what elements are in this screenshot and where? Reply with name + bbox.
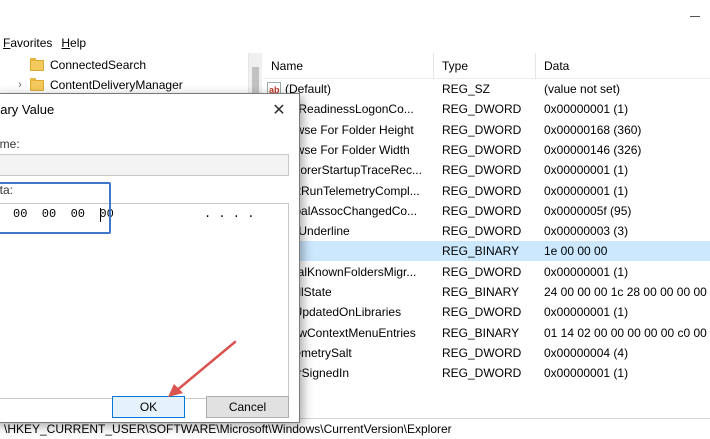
- hex-ascii-preview: . . . .: [204, 207, 255, 221]
- value-type-cell: REG_DWORD: [442, 224, 522, 239]
- cancel-button[interactable]: Cancel: [206, 396, 289, 418]
- list-header: Name Type Data: [263, 53, 710, 79]
- value-type-cell: REG_DWORD: [442, 183, 522, 198]
- registry-value-row[interactable]: nkREG_BINARY1e 00 00 00: [263, 241, 710, 262]
- value-type-cell: REG_DWORD: [442, 366, 522, 381]
- value-type-cell: REG_DWORD: [442, 345, 522, 360]
- folder-icon: [30, 77, 44, 91]
- value-name-text: ocalKnownFoldersMigr...: [285, 264, 417, 279]
- value-data-cell: 24 00 00 00 1c 28 00 00 00 00: [544, 285, 707, 299]
- values-list-pane: Name Type Data (Default)REG_SZ(value not…: [263, 53, 710, 419]
- value-data-cell: 0x00000168 (360): [544, 122, 642, 137]
- column-header-data[interactable]: Data: [536, 53, 710, 79]
- value-name-text: xplorerStartupTraceRec...: [285, 163, 422, 178]
- tree-item-label: ConnectedSearch: [50, 58, 147, 72]
- value-data-cell: 0x00000001 (1): [544, 264, 629, 279]
- column-header-type[interactable]: Type: [434, 53, 536, 79]
- value-data-cell: (value not set): [544, 82, 621, 96]
- tree-item-connectedsearch[interactable]: ConnectedSearch: [14, 55, 146, 75]
- value-name-field[interactable]: [0, 154, 289, 176]
- value-name-text: irstRunTelemetryCompl...: [285, 183, 420, 198]
- value-type-cell: REG_DWORD: [442, 163, 522, 178]
- registry-value-row[interactable]: lobalAssocChangedCo... REG_DWORD 0x0000005…: [263, 201, 710, 221]
- registry-value-row[interactable]: DUpdatedOnLibraries REG_DWORD 0x00000001 (…: [263, 302, 710, 322]
- registry-value-row[interactable]: howContextMenuEntries REG_BINARY 01 14 02 …: [263, 323, 710, 343]
- close-icon[interactable]: ✕: [269, 101, 289, 121]
- value-name-text: howContextMenuEntries: [285, 325, 416, 340]
- value-name-text: lobalAssocChangedCo...: [285, 203, 418, 218]
- registry-value-row[interactable]: hellState REG_BINARY 24 00 00 00 1c 28 00 …: [263, 282, 710, 302]
- value-data-cell: 0x00000001 (1): [544, 183, 629, 198]
- menu-help[interactable]: Help: [58, 33, 92, 53]
- value-type-cell: REG_BINARY: [442, 244, 520, 259]
- registry-value-row[interactable]: ppReadinessLogonCo... REG_DWORD 0x00000001…: [263, 99, 710, 119]
- value-type-cell: REG_DWORD: [442, 264, 522, 279]
- value-data-cell: 0x00000003 (3): [544, 224, 629, 239]
- value-data-cell: 0x00000146 (326): [544, 142, 642, 157]
- value-name-text: rowse For Folder Width: [285, 142, 410, 157]
- value-type-cell: REG_DWORD: [442, 203, 522, 218]
- value-name-text: ppReadinessLogonCo...: [285, 102, 414, 117]
- value-type-cell: REG_SZ: [442, 82, 491, 96]
- registry-value-row[interactable]: rowse For Folder Height REG_DWORD 0x000001…: [263, 120, 710, 140]
- value-data-cell: 0x00000001 (1): [544, 102, 629, 117]
- value-data-cell: 01 14 02 00 00 00 00 00 c0 00: [544, 325, 707, 340]
- value-data-cell: 0x00000001 (1): [544, 163, 629, 178]
- value-data-cell: 0x00000001 (1): [544, 305, 629, 320]
- value-data-cell: 1e 00 00 00: [544, 244, 608, 259]
- registry-value-row[interactable]: irstRunTelemetryCompl... REG_DWORD 0x00000…: [263, 181, 710, 201]
- registry-value-row[interactable]: xplorerStartupTraceRec... REG_DWORD 0x0000…: [263, 160, 710, 180]
- registry-value-row[interactable]: (Default)REG_SZ(value not set): [263, 79, 710, 99]
- value-type-cell: REG_DWORD: [442, 102, 522, 117]
- registry-value-row[interactable]: elemetrySalt REG_DWORD 0x00000004 (4): [263, 343, 710, 363]
- registry-value-row[interactable]: rowse For Folder Width REG_DWORD 0x0000014…: [263, 140, 710, 160]
- value-data-cell: 0x0000005f (95): [544, 203, 632, 218]
- tree-item-contentdeliverymanager[interactable]: › ContentDeliveryManager: [14, 75, 183, 95]
- column-header-name[interactable]: Name: [263, 53, 434, 79]
- value-type-cell: REG_DWORD: [442, 122, 522, 137]
- folder-icon: [30, 57, 44, 71]
- registry-value-row[interactable]: serSignedIn REG_DWORD 0x00000001 (1): [263, 363, 710, 383]
- registry-value-row[interactable]: onUnderline REG_DWORD 0x00000003 (3): [263, 221, 710, 241]
- value-data-cell: 0x00000001 (1): [544, 366, 629, 381]
- value-type-cell: REG_DWORD: [442, 305, 522, 320]
- tree-item-label: ContentDeliveryManager: [50, 78, 183, 92]
- ok-button[interactable]: OK: [112, 396, 185, 418]
- dialog-title: nary Value: [0, 102, 55, 117]
- chevron-right-icon[interactable]: ›: [14, 79, 26, 91]
- registry-value-row[interactable]: ocalKnownFoldersMigr... REG_DWORD 0x000000…: [263, 262, 710, 282]
- edit-binary-value-dialog: nary Value ✕ ame: ata: 00 00 00 00 . . .…: [0, 93, 300, 423]
- value-data-cell: 0x00000004 (4): [544, 345, 629, 360]
- value-name-text: rowse For Folder Height: [285, 122, 414, 137]
- menu-bar: Favorites Help: [0, 33, 710, 53]
- annotation-highlight-box: [0, 182, 111, 234]
- value-type-cell: REG_DWORD: [442, 142, 522, 157]
- value-type-cell: REG_BINARY: [442, 325, 520, 340]
- menu-favorites[interactable]: Favorites: [0, 33, 58, 53]
- value-name-text: DUpdatedOnLibraries: [285, 305, 402, 320]
- value-type-cell: REG_BINARY: [442, 285, 520, 299]
- value-name-label: ame:: [0, 137, 20, 151]
- window-titlebar: [0, 0, 710, 32]
- dialog-titlebar: nary Value ✕: [0, 94, 299, 128]
- minimize-icon[interactable]: [690, 11, 700, 21]
